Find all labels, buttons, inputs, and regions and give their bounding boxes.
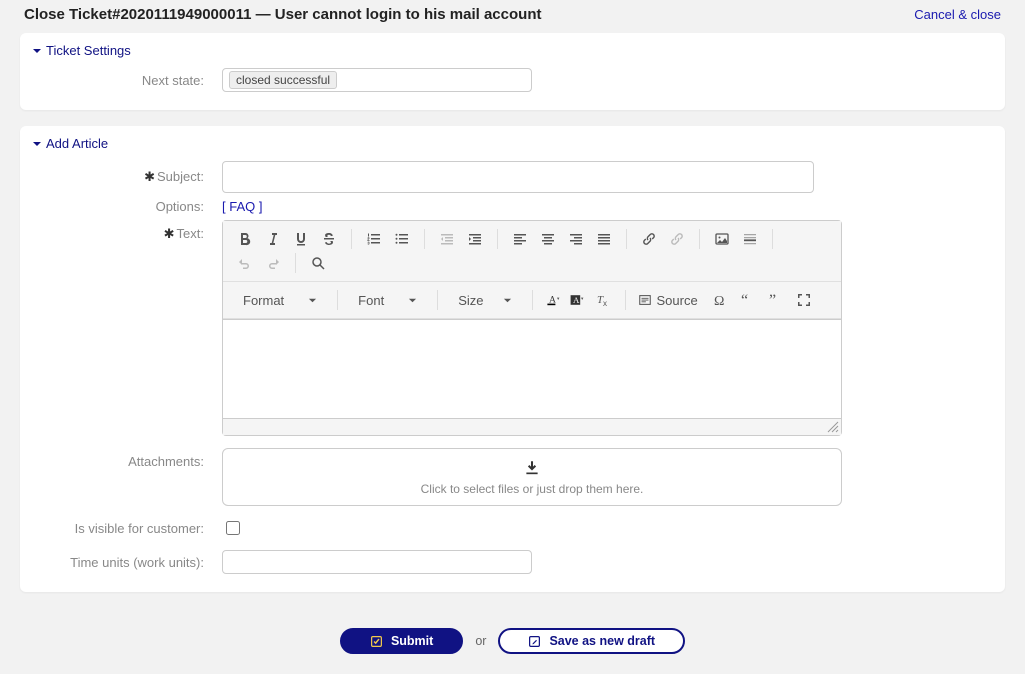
format-dropdown[interactable]: Format <box>235 288 325 312</box>
remove-format-icon[interactable]: Tx <box>591 288 615 312</box>
horizontal-rule-icon[interactable] <box>738 227 762 251</box>
page-header: Close Ticket#2020111949000011 — User can… <box>0 0 1025 29</box>
editor-toolbar-row-2: Format Font Size <box>223 282 841 319</box>
submit-button[interactable]: Submit <box>340 628 463 654</box>
font-dropdown[interactable]: Font <box>350 288 425 312</box>
next-state-select[interactable]: closed successful <box>222 68 532 92</box>
outdent-icon[interactable] <box>435 227 459 251</box>
caret-down-icon <box>308 293 317 308</box>
save-draft-label: Save as new draft <box>549 634 655 648</box>
align-justify-icon[interactable] <box>592 227 616 251</box>
timeunits-input[interactable] <box>222 550 532 574</box>
ticket-settings-toggle[interactable]: Ticket Settings <box>20 33 1005 62</box>
caret-down-icon <box>32 46 42 56</box>
add-article-panel: Add Article ✱Subject: Options: [ FAQ ] ✱… <box>20 126 1005 592</box>
next-state-label: Next state: <box>32 73 222 88</box>
find-icon[interactable] <box>306 251 330 275</box>
strikethrough-icon[interactable] <box>317 227 341 251</box>
source-button[interactable]: Source <box>634 293 701 308</box>
timeunits-label: Time units (work units): <box>32 555 222 570</box>
align-left-icon[interactable] <box>508 227 532 251</box>
dropzone-hint: Click to select files or just drop them … <box>421 482 644 496</box>
unlink-icon[interactable] <box>665 227 689 251</box>
svg-text:”: ” <box>769 292 776 308</box>
cancel-close-link[interactable]: Cancel & close <box>914 7 1001 22</box>
font-label: Font <box>358 293 384 308</box>
align-center-icon[interactable] <box>536 227 560 251</box>
ordered-list-icon[interactable] <box>362 227 386 251</box>
redo-icon[interactable] <box>261 251 285 275</box>
edit-icon <box>528 635 541 648</box>
submit-label: Submit <box>391 634 433 648</box>
image-icon[interactable] <box>710 227 734 251</box>
source-label: Source <box>656 293 697 308</box>
subject-label: ✱Subject: <box>32 169 222 185</box>
page-title: Close Ticket#2020111949000011 — User can… <box>24 6 541 23</box>
form-actions: Submit or Save as new draft <box>0 608 1025 674</box>
indent-icon[interactable] <box>463 227 487 251</box>
size-label: Size <box>458 293 483 308</box>
ticket-settings-panel: Ticket Settings Next state: closed succe… <box>20 33 1005 110</box>
check-icon <box>370 635 383 648</box>
size-dropdown[interactable]: Size <box>450 288 520 312</box>
faq-link[interactable]: [ FAQ ] <box>222 199 262 214</box>
close-quote-icon[interactable]: ” <box>764 288 788 312</box>
maximize-icon[interactable] <box>792 288 816 312</box>
align-right-icon[interactable] <box>564 227 588 251</box>
resize-grip-icon[interactable] <box>827 421 839 433</box>
rich-text-editor: Format Font Size <box>222 220 842 436</box>
ticket-settings-title: Ticket Settings <box>46 43 131 58</box>
underline-icon[interactable] <box>289 227 313 251</box>
editor-body[interactable] <box>223 319 841 419</box>
visible-checkbox[interactable] <box>226 521 240 535</box>
undo-icon[interactable] <box>233 251 257 275</box>
add-article-toggle[interactable]: Add Article <box>20 126 1005 155</box>
add-article-title: Add Article <box>46 136 108 151</box>
svg-text:Ω: Ω <box>714 294 724 308</box>
caret-down-icon <box>408 293 417 308</box>
text-color-icon[interactable]: A <box>543 288 563 312</box>
text-label: ✱Text: <box>32 220 222 242</box>
bold-icon[interactable] <box>233 227 257 251</box>
italic-icon[interactable] <box>261 227 285 251</box>
special-char-icon[interactable]: Ω <box>708 288 732 312</box>
options-label: Options: <box>32 199 222 214</box>
attachments-dropzone[interactable]: Click to select files or just drop them … <box>222 448 842 506</box>
caret-down-icon <box>32 139 42 149</box>
caret-down-icon <box>503 293 512 308</box>
editor-toolbar-row-1 <box>223 221 841 282</box>
link-icon[interactable] <box>637 227 661 251</box>
bg-color-icon[interactable]: A <box>567 288 587 312</box>
visible-label: Is visible for customer: <box>32 521 222 536</box>
svg-text:“: “ <box>741 292 748 308</box>
subject-input[interactable] <box>222 161 814 193</box>
svg-text:x: x <box>603 299 607 308</box>
format-label: Format <box>243 293 284 308</box>
svg-text:A: A <box>573 295 580 305</box>
save-draft-button[interactable]: Save as new draft <box>498 628 685 654</box>
unordered-list-icon[interactable] <box>390 227 414 251</box>
attachments-label: Attachments: <box>32 448 222 469</box>
or-text: or <box>475 634 486 648</box>
open-quote-icon[interactable]: “ <box>736 288 760 312</box>
next-state-value: closed successful <box>229 71 337 89</box>
download-icon <box>523 459 541 482</box>
